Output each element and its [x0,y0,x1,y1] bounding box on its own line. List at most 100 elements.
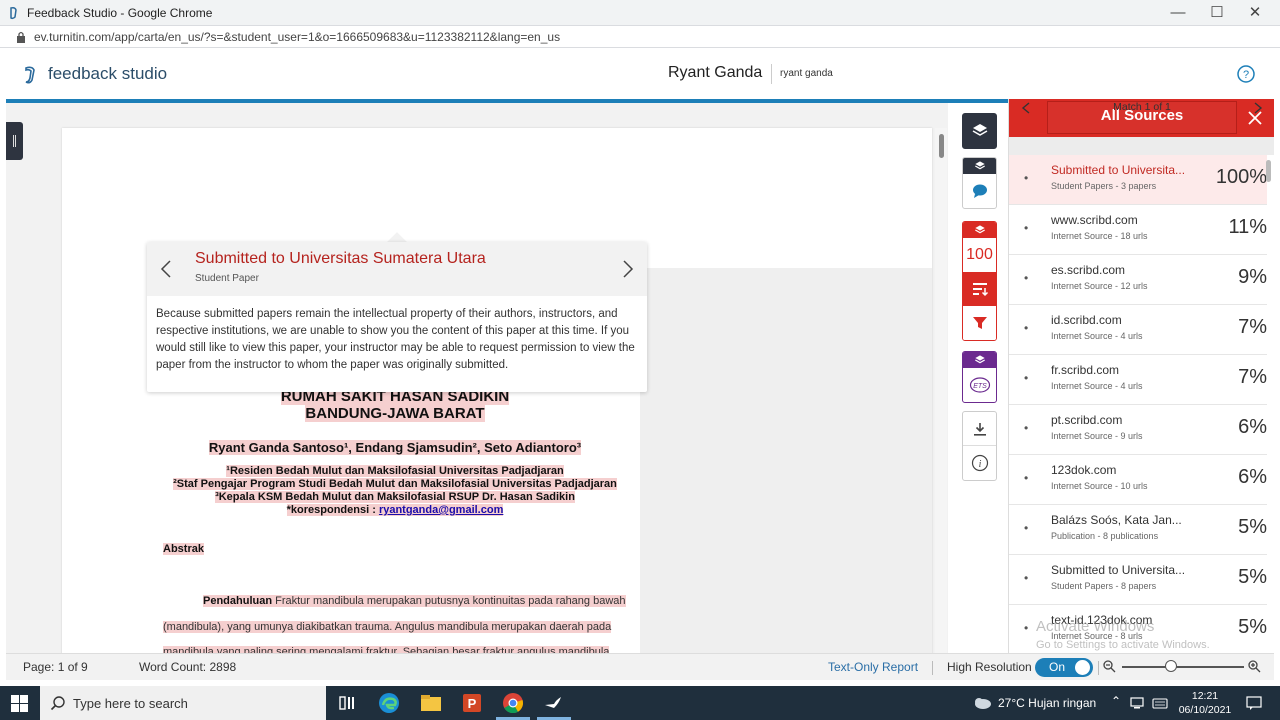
source-percent: 9% [1238,266,1267,288]
status-divider [1098,661,1099,675]
source-name[interactable]: fr.scribd.com [1051,363,1119,377]
page-indicator: Page: 1 of 9 [23,660,88,674]
toggle-knob [1075,660,1090,675]
url-text[interactable]: ev.turnitin.com/app/carta/en_us/?s=&stud… [34,30,560,44]
edge-browser-icon[interactable] [377,691,401,715]
source-type: Internet Source - 10 urls [1051,481,1148,491]
source-name[interactable]: id.scribd.com [1051,313,1122,327]
source-item[interactable]: • id.scribd.com Internet Source - 4 urls 7% [1009,305,1267,355]
source-bullet-icon: • [1024,521,1029,535]
source-bullet-icon: • [1024,371,1029,385]
side-panel-toggle[interactable] [6,122,23,160]
ets-layer-header [963,352,996,368]
match-overview-button[interactable] [963,272,996,306]
download-button[interactable] [963,412,996,446]
zoom-slider[interactable] [1122,666,1244,668]
source-name[interactable]: www.scribd.com [1051,213,1138,227]
svg-text:i: i [979,459,982,470]
source-item[interactable]: • Balázs Soós, Kata Jan... Publication - 8… [1009,505,1267,555]
activate-windows-watermark: Activate Windows [1036,618,1155,635]
source-item[interactable]: • fr.scribd.com Internet Source - 4 urls 7% [1009,355,1267,405]
source-item[interactable]: • Submitted to Universita... Student Paper… [1009,555,1267,605]
source-item[interactable]: • pt.scribd.com Internet Source - 9 urls 6% [1009,405,1267,455]
high-resolution-toggle[interactable]: On [1035,658,1093,677]
status-bar: Page: 1 of 9 Word Count: 2898 Text-Only … [6,653,1274,680]
source-percent: 6% [1238,416,1267,438]
submission-info-button[interactable]: i [963,446,996,480]
info-icon: i [971,454,989,472]
previous-match-icon[interactable] [159,259,173,279]
close-window-button[interactable]: ✕ [1237,3,1273,23]
source-item[interactable]: • 123dok.com Internet Source - 10 urls 6% [1009,455,1267,505]
layers-button[interactable] [962,113,997,149]
comments-button[interactable] [963,174,996,208]
svg-text:P: P [468,696,477,711]
windows-taskbar: Type here to search P 27°C Hujan ringan … [0,686,1280,720]
zoom-slider-handle[interactable] [1165,660,1177,672]
lock-icon [17,31,25,43]
weather-cloud-icon[interactable] [972,696,992,710]
powerpoint-icon[interactable]: P [460,691,484,715]
sources-panel: All Sources Match 1 of 1 • Submitted to U… [1008,99,1274,653]
weather-text[interactable]: 27°C Hujan ringan [998,696,1096,710]
source-name[interactable]: Balázs Soós, Kata Jan... [1051,513,1182,527]
source-type: Internet Source - 4 urls [1051,331,1143,341]
match-overview-icon [973,283,989,297]
activate-windows-hint: Go to Settings to activate Windows. [1036,639,1210,651]
match-popup: Submitted to Universitas Sumatera Utara … [147,242,647,392]
address-bar[interactable]: ev.turnitin.com/app/carta/en_us/?s=&stud… [0,26,1280,48]
match-navigation [1009,137,1274,155]
source-type: Student Papers - 3 papers [1051,181,1157,191]
help-icon[interactable]: ? [1237,65,1255,83]
minimize-button[interactable]: — [1160,3,1196,23]
source-name[interactable]: Submitted to Universita... [1051,163,1185,177]
next-source-icon[interactable] [1253,102,1263,114]
network-icon[interactable] [1130,697,1144,709]
page-gutter [640,268,932,653]
tool-rail: 100 ETS i [948,103,1008,653]
clock-time: 12:21 [1191,690,1219,702]
doc-affiliation-2: ²Staf Pengajar Program Studi Bedah Mulut… [173,478,617,490]
source-percent: 6% [1238,466,1267,488]
steam-icon[interactable] [542,691,566,715]
keyboard-icon[interactable] [1152,696,1168,710]
source-name[interactable]: pt.scribd.com [1051,413,1122,427]
email-link[interactable]: ryantganda@gmail.com [379,504,503,516]
source-bullet-icon: • [1024,571,1029,585]
doc-authors: Ryant Ganda Santoso¹, Endang Sjamsudin²,… [208,440,582,455]
source-type: Student Papers - 8 papers [1051,581,1157,591]
text-only-report-link[interactable]: Text-Only Report [828,660,918,674]
show-hidden-icons-icon[interactable]: ⌃ [1111,694,1121,708]
next-match-icon[interactable] [621,259,635,279]
document-scrollbar[interactable] [935,128,947,653]
filter-button[interactable] [963,306,996,340]
file-explorer-icon[interactable] [419,691,443,715]
chrome-icon[interactable] [501,691,525,715]
notifications-icon[interactable] [1246,696,1262,711]
etutor-button[interactable]: ETS [963,368,996,402]
zoom-out-icon[interactable] [1103,660,1116,673]
source-item[interactable]: • es.scribd.com Internet Source - 12 urls 9… [1009,255,1267,305]
maximize-button[interactable]: ☐ [1199,3,1235,23]
taskbar-clock[interactable]: 12:21 06/10/2021 [1175,689,1235,717]
similarity-score: 100 [966,246,993,263]
sources-scrollbar-thumb[interactable] [1266,160,1271,182]
windows-start-icon[interactable] [11,695,28,712]
source-name[interactable]: Submitted to Universita... [1051,563,1185,577]
svg-text:?: ? [1243,69,1249,81]
source-name[interactable]: es.scribd.com [1051,263,1125,277]
task-view-icon[interactable] [335,691,359,715]
source-name[interactable]: 123dok.com [1051,463,1116,477]
doc-title-line-2: BANDUNG-JAWA BARAT [305,405,485,422]
doc-paragraph-line: Pendahuluan Fraktur mandibula merupakan … [203,595,626,607]
taskbar-search-placeholder[interactable]: Type here to search [73,696,188,711]
source-type: Internet Source - 18 urls [1051,231,1148,241]
popup-source-title[interactable]: Submitted to Universitas Sumatera Utara [195,250,486,268]
zoom-in-icon[interactable] [1248,660,1261,673]
similarity-score-button[interactable]: 100 [963,238,996,272]
scrollbar-thumb[interactable] [939,134,944,158]
doc-affiliation-3: ³Kepala KSM Bedah Mulut dan Maksilofasia… [215,491,575,503]
source-item[interactable]: • Submitted to Universita... Student Paper… [1009,155,1267,205]
source-item[interactable]: • www.scribd.com Internet Source - 18 urls… [1009,205,1267,255]
source-percent: 7% [1238,366,1267,388]
